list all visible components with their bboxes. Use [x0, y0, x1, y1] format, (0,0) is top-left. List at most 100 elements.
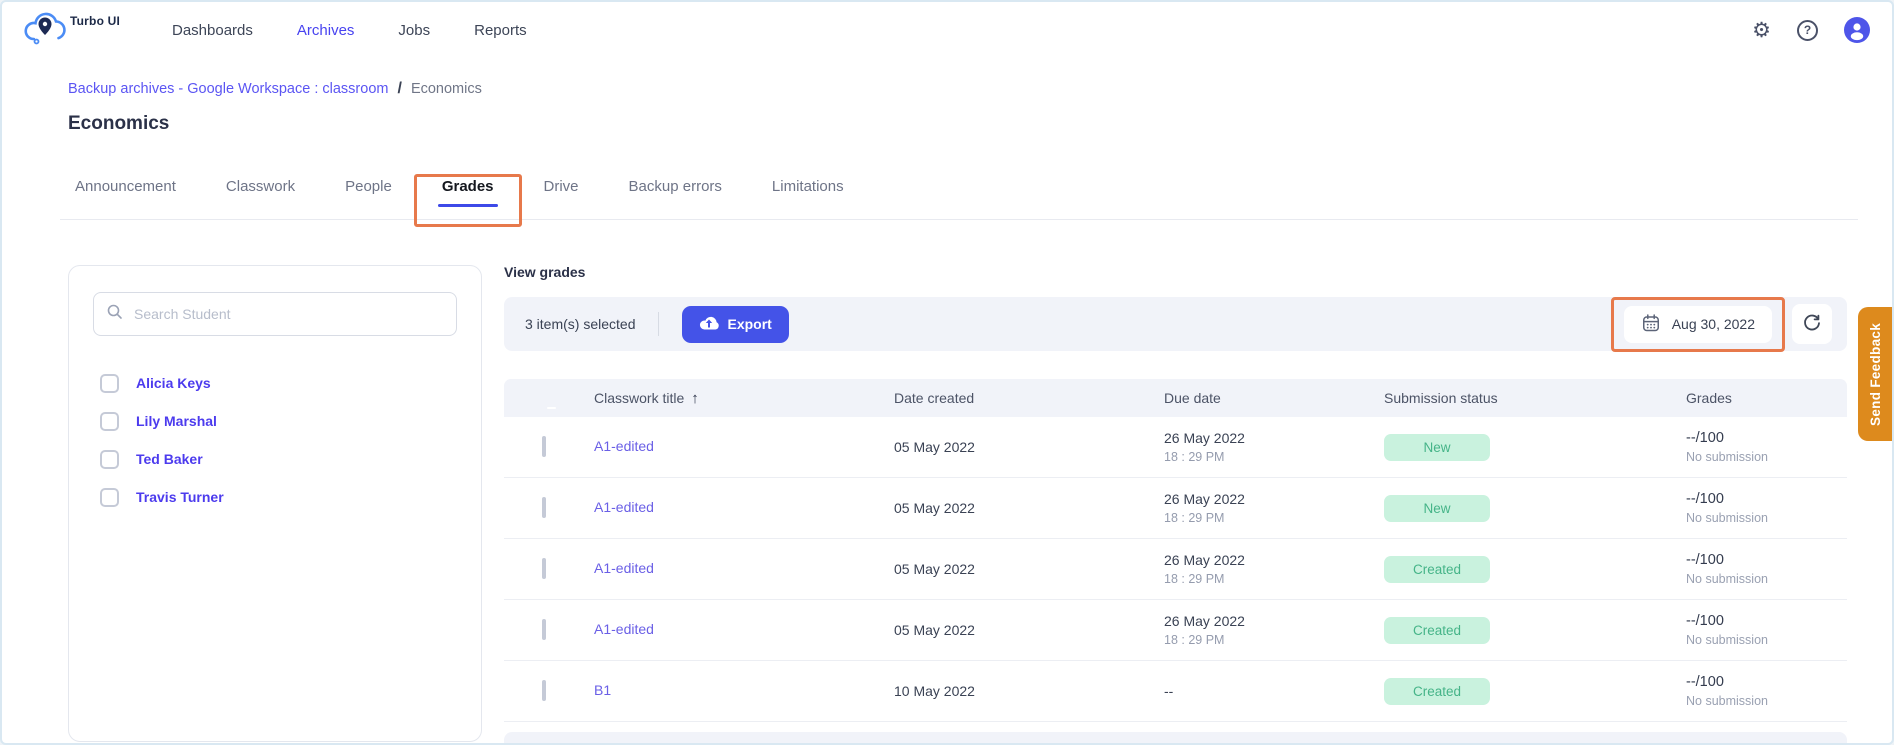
- export-button[interactable]: Export: [682, 305, 789, 343]
- tab-grades[interactable]: Grades: [413, 172, 522, 227]
- grades-table-header: Classwork title ↑ Date created Due date …: [504, 379, 1847, 417]
- table-row: A1-edited 05 May 2022 26 May 2022 18 : 2…: [504, 478, 1847, 539]
- send-feedback-label: Send Feedback: [1867, 322, 1883, 426]
- toolbar-divider: [658, 312, 660, 336]
- nav-item-dashboards[interactable]: Dashboards: [172, 22, 253, 39]
- student-list-item: Alicia Keys: [100, 364, 457, 402]
- student-name-link[interactable]: Lily Marshal: [136, 413, 217, 429]
- grades-cell: --/100 No submission: [1686, 491, 1768, 525]
- date-created-cell: 05 May 2022: [894, 622, 975, 638]
- search-student-input[interactable]: [134, 306, 444, 322]
- date-created-cell: 05 May 2022: [894, 561, 975, 577]
- student-list-item: Ted Baker: [100, 440, 457, 478]
- classwork-link[interactable]: A1-edited: [594, 438, 654, 454]
- status-badge: New: [1384, 494, 1490, 522]
- app-window: Turbo UI Dashboards Archives Jobs Report…: [0, 0, 1894, 745]
- settings-gear-icon[interactable]: ⚙: [1752, 20, 1771, 41]
- classwork-link[interactable]: A1-edited: [594, 560, 654, 576]
- classwork-link[interactable]: A1-edited: [594, 499, 654, 515]
- user-avatar[interactable]: [1844, 17, 1870, 43]
- student-name-link[interactable]: Travis Turner: [136, 489, 224, 505]
- main-nav: Dashboards Archives Jobs Reports: [172, 22, 527, 39]
- table-row: A1-edited 05 May 2022 26 May 2022 18 : 2…: [504, 600, 1847, 661]
- date-picker-wrap: Aug 30, 2022: [1610, 296, 1785, 352]
- status-badge: New: [1384, 433, 1490, 461]
- tab-limitations[interactable]: Limitations: [770, 172, 846, 219]
- send-feedback-button[interactable]: Send Feedback: [1858, 307, 1892, 441]
- student-list-item: Travis Turner: [100, 478, 457, 516]
- status-badge: Created: [1384, 677, 1490, 705]
- breadcrumb: Backup archives - Google Workspace : cla…: [68, 80, 1892, 98]
- student-checkbox[interactable]: [100, 449, 119, 469]
- student-list: Alicia Keys Lily Marshal Ted Baker Travi…: [69, 364, 481, 516]
- due-date-cell: 26 May 2022 18 : 29 PM: [1164, 430, 1245, 464]
- tab-backup-errors[interactable]: Backup errors: [627, 172, 724, 219]
- refresh-button[interactable]: [1792, 304, 1832, 344]
- table-row: B1 10 May 2022 -- Created --/100 No subm…: [504, 661, 1847, 722]
- breadcrumb-link[interactable]: Backup archives - Google Workspace : cla…: [68, 81, 388, 97]
- tab-announcement[interactable]: Announcement: [73, 172, 178, 219]
- student-checkbox[interactable]: [100, 373, 119, 393]
- classwork-link[interactable]: A1-edited: [594, 621, 654, 637]
- status-badge: Created: [1384, 555, 1490, 583]
- due-date-cell: 26 May 2022 18 : 29 PM: [1164, 552, 1245, 586]
- section-title: View grades: [504, 264, 586, 280]
- student-name-link[interactable]: Alicia Keys: [136, 375, 211, 391]
- student-name-link[interactable]: Ted Baker: [136, 451, 203, 467]
- student-panel: Alicia Keys Lily Marshal Ted Baker Travi…: [68, 265, 482, 742]
- tab-drive[interactable]: Drive: [542, 172, 581, 219]
- due-date-cell: 26 May 2022 18 : 29 PM: [1164, 613, 1245, 647]
- student-checkbox[interactable]: [100, 411, 119, 431]
- table-row: A1-edited 05 May 2022 26 May 2022 18 : 2…: [504, 417, 1847, 478]
- help-icon[interactable]: ?: [1797, 19, 1818, 41]
- student-checkbox[interactable]: [100, 487, 119, 507]
- due-date-cell: 26 May 2022 18 : 29 PM: [1164, 491, 1245, 525]
- cloud-upload-icon: [699, 315, 720, 334]
- date-created-cell: 10 May 2022: [894, 683, 975, 699]
- nav-item-jobs[interactable]: Jobs: [398, 22, 430, 39]
- search-icon: [106, 303, 124, 326]
- tab-classwork[interactable]: Classwork: [224, 172, 297, 219]
- class-tabs: Announcement Classwork People Grades Dri…: [60, 172, 1858, 227]
- page-title: Economics: [68, 113, 170, 134]
- column-classwork-title[interactable]: Classwork title ↑: [594, 390, 894, 407]
- date-picker-button[interactable]: Aug 30, 2022: [1623, 305, 1772, 343]
- grades-cell: --/100 No submission: [1686, 613, 1768, 647]
- active-tab-underline: [437, 204, 498, 207]
- row-checkbox[interactable]: [542, 436, 546, 457]
- column-grades: Grades: [1686, 390, 1732, 406]
- main-content: Alicia Keys Lily Marshal Ted Baker Travi…: [2, 228, 1892, 743]
- top-navigation: Turbo UI Dashboards Archives Jobs Report…: [2, 2, 1892, 58]
- selected-count: 3 item(s) selected: [525, 316, 636, 332]
- grades-section: View grades 3 item(s) selected Export Au…: [504, 264, 1847, 743]
- row-checkbox[interactable]: [542, 680, 546, 701]
- brand-name: Turbo UI: [70, 13, 121, 28]
- column-submission-status: Submission status: [1384, 390, 1498, 406]
- classwork-link[interactable]: B1: [594, 682, 611, 698]
- breadcrumb-current: Economics: [410, 81, 482, 97]
- date-created-cell: 05 May 2022: [894, 500, 975, 516]
- grades-cell: --/100 No submission: [1686, 552, 1768, 586]
- status-badge: Created: [1384, 616, 1490, 644]
- column-date-created: Date created: [894, 390, 975, 406]
- app-logo[interactable]: Turbo UI: [22, 10, 140, 51]
- grades-cell: --/100 No submission: [1686, 674, 1768, 708]
- date-created-cell: 05 May 2022: [894, 439, 975, 455]
- nav-item-archives[interactable]: Archives: [297, 22, 355, 39]
- cloud-pin-logo-icon: [22, 10, 68, 51]
- column-due-date: Due date: [1164, 390, 1221, 406]
- date-value: Aug 30, 2022: [1671, 316, 1755, 332]
- grades-toolbar: 3 item(s) selected Export Aug 30, 2022: [504, 296, 1847, 352]
- sort-asc-icon: ↑: [691, 389, 699, 407]
- next-section-header-partial: [504, 732, 1847, 743]
- row-checkbox[interactable]: [542, 619, 546, 640]
- row-checkbox[interactable]: [542, 558, 546, 579]
- due-date-cell: --: [1164, 683, 1174, 699]
- nav-actions: ⚙ ?: [1752, 17, 1870, 43]
- calendar-icon: [1641, 313, 1661, 336]
- breadcrumb-separator: /: [397, 80, 402, 97]
- nav-item-reports[interactable]: Reports: [474, 22, 527, 39]
- row-checkbox[interactable]: [542, 497, 546, 518]
- tab-people[interactable]: People: [343, 172, 394, 219]
- refresh-icon: [1802, 313, 1822, 336]
